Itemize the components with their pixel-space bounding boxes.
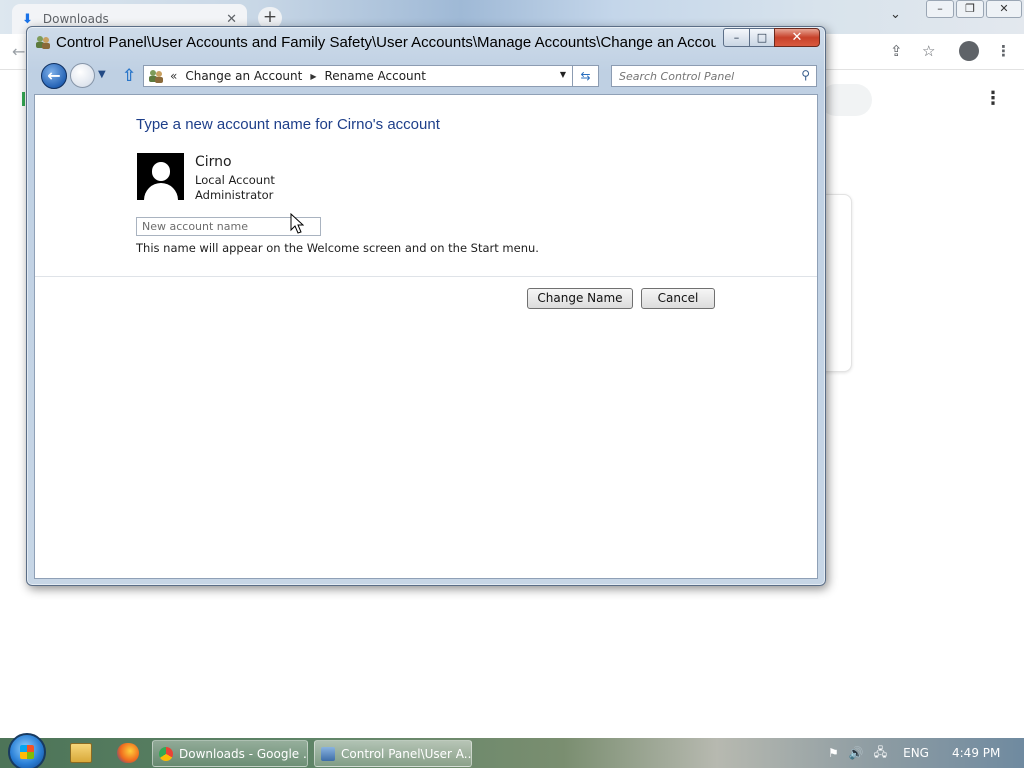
recent-pages-dropdown-icon[interactable]: ▼ (98, 69, 106, 80)
language-indicator[interactable]: ENG (903, 746, 929, 760)
page-title: Type a new account name for Cirno's acco… (136, 116, 440, 133)
up-arrow-icon[interactable]: ⇧ (122, 66, 136, 86)
bookmark-star-icon[interactable]: ☆ (922, 42, 935, 60)
control-panel-window: Control Panel\User Accounts and Family S… (26, 26, 826, 586)
address-bar[interactable]: « Change an Account ▶ Rename Account ▼ (143, 65, 573, 87)
clock[interactable]: 4:49 PM (952, 746, 1000, 760)
breadcrumb-rename-account[interactable]: Rename Account (324, 69, 425, 83)
account-role: Administrator (195, 188, 274, 202)
control-panel-icon (321, 746, 335, 761)
breadcrumb-separator-icon[interactable]: ▶ (310, 72, 316, 81)
user-avatar-icon (137, 153, 184, 200)
browser-window-controls: – ❐ ✕ (924, 0, 1022, 20)
divider (35, 276, 817, 277)
taskbar-item-label: Control Panel\User A... (341, 746, 472, 761)
taskbar-item-control-panel[interactable]: Control Panel\User A... (314, 740, 472, 767)
account-name: Cirno (195, 154, 232, 170)
navigation-bar: ← ▼ ⇧ « Change an Account ▶ Rename Accou… (27, 61, 825, 89)
firefox-icon[interactable] (117, 743, 139, 763)
search-input[interactable] (612, 66, 792, 86)
taskbar-item-chrome[interactable]: Downloads - Google ... (152, 740, 308, 767)
breadcrumb-change-account[interactable]: Change an Account (185, 69, 302, 83)
search-icon[interactable]: ⚲ (801, 68, 810, 82)
mouse-cursor-icon (290, 213, 304, 234)
browser-menu-icon[interactable]: ⋮ (996, 42, 1011, 60)
start-button[interactable] (8, 733, 46, 768)
page-pill (820, 84, 872, 116)
action-center-flag-icon[interactable]: ⚑ (828, 746, 839, 760)
chrome-icon (159, 746, 173, 761)
browser-back-icon[interactable]: ← (12, 42, 25, 61)
tab-search-chevron-icon[interactable]: ⌄ (890, 7, 901, 22)
browser-minimize-button[interactable]: – (926, 0, 954, 18)
change-name-button[interactable]: Change Name (527, 288, 633, 309)
cancel-button[interactable]: Cancel (641, 288, 715, 309)
minimize-button[interactable]: – (723, 28, 750, 47)
share-icon[interactable]: ⇪ (890, 42, 903, 60)
window-title: Control Panel\User Accounts and Family S… (56, 34, 716, 51)
title-bar[interactable]: Control Panel\User Accounts and Family S… (27, 27, 825, 57)
page-more-icon[interactable]: ⋮ (984, 88, 1002, 109)
tab-close-icon[interactable]: ✕ (226, 12, 237, 27)
address-dropdown-icon[interactable]: ▼ (560, 70, 566, 79)
windows-logo-icon (20, 745, 34, 759)
account-type: Local Account (195, 173, 275, 187)
search-box[interactable]: ⚲ (611, 65, 817, 87)
taskbar: Downloads - Google ... Control Panel\Use… (0, 733, 1024, 768)
back-arrow-icon[interactable]: ← (41, 63, 67, 89)
volume-icon[interactable]: 🔊 (849, 746, 864, 760)
profile-avatar-icon[interactable] (959, 41, 979, 61)
file-explorer-icon[interactable] (70, 743, 92, 763)
user-accounts-icon (36, 36, 50, 49)
taskbar-item-label: Downloads - Google ... (179, 746, 308, 761)
address-overflow-chevron[interactable]: « (170, 69, 177, 83)
browser-restore-button[interactable]: ❐ (956, 0, 984, 18)
close-button[interactable]: ✕ (774, 28, 820, 47)
download-icon: ⬇ (22, 11, 33, 27)
browser-close-button[interactable]: ✕ (986, 0, 1022, 18)
control-panel-icon (149, 70, 163, 83)
browser-tab-label: Downloads (42, 12, 109, 26)
maximize-button[interactable]: □ (749, 28, 775, 47)
refresh-icon[interactable]: ⇆ (573, 65, 599, 87)
system-tray: ⚑ 🔊 🖧 ENG (828, 738, 939, 768)
help-text: This name will appear on the Welcome scr… (136, 241, 539, 255)
network-icon[interactable]: 🖧 (874, 743, 887, 764)
forward-arrow-icon[interactable] (70, 63, 95, 88)
content-pane: Type a new account name for Cirno's acco… (34, 94, 818, 579)
